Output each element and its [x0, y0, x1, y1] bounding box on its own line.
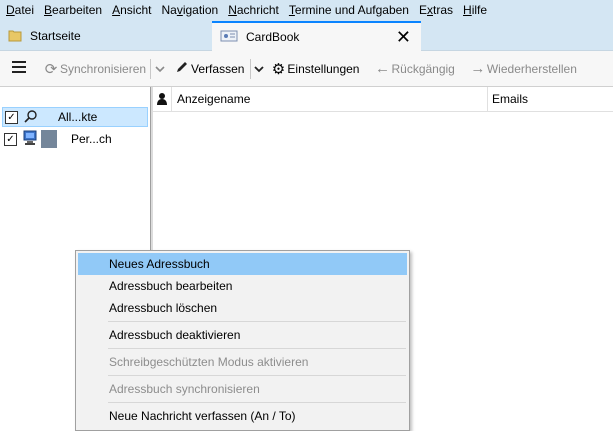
- menu-datei[interactable]: Datei: [0, 0, 38, 20]
- menu-ansicht[interactable]: Ansicht: [106, 0, 155, 20]
- undo-button[interactable]: ← Rückgängig: [359, 51, 455, 86]
- tab-cardbook[interactable]: CardBook ✕: [212, 21, 421, 51]
- tab-label: Startseite: [30, 29, 81, 43]
- redo-button[interactable]: → Wiederherstellen: [455, 51, 577, 86]
- addressbook-name: Per...ch: [71, 132, 112, 146]
- gear-icon: ⚙: [271, 60, 286, 78]
- menu-navigation[interactable]: Navigation: [155, 0, 222, 20]
- tab-startseite[interactable]: Startseite: [0, 22, 210, 50]
- menu-item-new-addressbook[interactable]: Neues Adressbuch: [78, 253, 407, 275]
- tab-bar: Startseite CardBook ✕: [0, 20, 613, 51]
- column-header-row: Anzeigename Emails: [153, 87, 613, 112]
- menu-extras[interactable]: Extras: [413, 0, 457, 20]
- menu-hilfe[interactable]: Hilfe: [457, 0, 491, 20]
- menu-item-edit-addressbook[interactable]: Adressbuch bearbeiten: [78, 275, 407, 297]
- addressbook-name: All...kte: [58, 110, 98, 124]
- settings-label: Einstellungen: [287, 61, 360, 76]
- menu-bearbeiten[interactable]: Bearbeiten: [38, 0, 106, 20]
- addressbook-item[interactable]: ✓ Per...ch: [2, 129, 148, 149]
- toolbar: ⟳ Synchronisieren Verfassen ⚙ Einstellun…: [0, 51, 613, 87]
- hamburger-menu-button[interactable]: [0, 51, 38, 86]
- color-swatch: [41, 130, 57, 148]
- menu-bar: Datei Bearbeiten Ansicht Navigation Nach…: [0, 0, 613, 20]
- menu-item-readonly-mode[interactable]: Schreibgeschützten Modus aktivieren: [78, 351, 407, 373]
- cardbook-icon: [220, 29, 238, 46]
- sync-icon: ⟳: [44, 60, 58, 78]
- menu-separator: [108, 348, 406, 349]
- addressbook-context-menu: Neues Adressbuch Adressbuch bearbeiten A…: [75, 250, 410, 431]
- menu-nachricht[interactable]: Nachricht: [222, 0, 283, 20]
- undo-label: Rückgängig: [391, 61, 455, 76]
- menu-item-sync-addressbook[interactable]: Adressbuch synchronisieren: [78, 378, 407, 400]
- menu-item-disable-addressbook[interactable]: Adressbuch deaktivieren: [78, 324, 407, 346]
- pencil-icon: [173, 60, 191, 78]
- menu-termine[interactable]: Termine und Aufgaben: [283, 0, 413, 20]
- compose-dropdown-button[interactable]: [251, 51, 267, 86]
- enabled-checkbox[interactable]: ✓: [5, 110, 18, 124]
- column-header-display-name[interactable]: Anzeigename: [172, 92, 487, 106]
- enabled-checkbox[interactable]: ✓: [4, 132, 17, 146]
- menu-item-delete-addressbook[interactable]: Adressbuch löschen: [78, 297, 407, 319]
- column-header-emails[interactable]: Emails: [488, 92, 528, 106]
- compose-label: Verfassen: [191, 61, 245, 76]
- chevron-down-icon: [155, 62, 165, 76]
- menu-separator: [108, 402, 406, 403]
- sync-dropdown-button[interactable]: [151, 51, 169, 86]
- computer-icon: [23, 130, 39, 149]
- redo-label: Wiederherstellen: [486, 61, 577, 76]
- hamburger-icon: [12, 61, 26, 76]
- addressbook-item[interactable]: ✓ All...kte: [2, 107, 148, 127]
- menu-separator: [108, 375, 406, 376]
- menu-separator: [108, 321, 406, 322]
- person-icon[interactable]: [153, 93, 171, 105]
- compose-button[interactable]: Verfassen: [169, 51, 244, 86]
- sync-button[interactable]: ⟳ Synchronisieren: [38, 51, 146, 86]
- menu-item-new-message[interactable]: Neue Nachricht verfassen (An / To): [78, 405, 407, 427]
- sync-label: Synchronisieren: [60, 61, 147, 76]
- close-icon[interactable]: ✕: [396, 28, 411, 46]
- settings-button[interactable]: ⚙ Einstellungen: [267, 51, 360, 86]
- arrow-left-icon: ←: [374, 60, 390, 77]
- chevron-down-icon: [254, 62, 265, 76]
- folder-icon: [8, 28, 22, 45]
- tab-label: CardBook: [246, 30, 300, 44]
- search-icon: [24, 109, 38, 126]
- arrow-right-icon: →: [470, 60, 486, 77]
